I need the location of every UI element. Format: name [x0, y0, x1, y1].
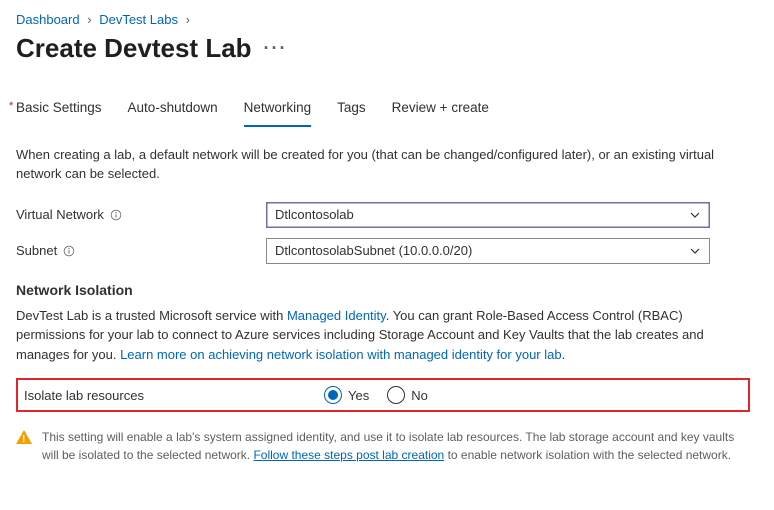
info-icon[interactable]: [110, 209, 122, 221]
more-actions-button[interactable]: ···: [264, 38, 288, 59]
alert-text-post: to enable network isolation with the sel…: [444, 448, 731, 462]
chevron-down-icon: [689, 209, 701, 221]
radio-yes-label: Yes: [348, 388, 369, 403]
tab-bar: Basic Settings Auto-shutdown Networking …: [16, 94, 758, 128]
iso-text-dot: .: [562, 347, 566, 362]
post-creation-steps-link[interactable]: Follow these steps post lab creation: [253, 448, 444, 462]
virtual-network-select[interactable]: Dtlcontosolab: [266, 202, 710, 228]
subnet-select[interactable]: DtlcontosolabSubnet (10.0.0.0/20): [266, 238, 710, 264]
subnet-value: DtlcontosolabSubnet (10.0.0.0/20): [275, 243, 472, 258]
isolate-lab-resources-row: Isolate lab resources Yes No: [16, 378, 750, 412]
iso-text-pre: DevTest Lab is a trusted Microsoft servi…: [16, 308, 287, 323]
subnet-label-text: Subnet: [16, 243, 57, 258]
radio-icon: [324, 386, 342, 404]
warning-icon: [16, 430, 32, 464]
virtual-network-label: Virtual Network: [16, 207, 266, 222]
warning-text: This setting will enable a lab's system …: [42, 428, 751, 464]
tab-basic-settings[interactable]: Basic Settings: [16, 94, 102, 127]
learn-more-link[interactable]: Learn more on achieving network isolatio…: [120, 347, 562, 362]
chevron-down-icon: [689, 245, 701, 257]
breadcrumb: Dashboard › DevTest Labs ›: [16, 12, 758, 27]
chevron-right-icon: ›: [87, 12, 91, 27]
virtual-network-row: Virtual Network Dtlcontosolab: [16, 202, 758, 228]
chevron-right-icon: ›: [186, 12, 190, 27]
info-icon[interactable]: [63, 245, 75, 257]
tab-review-create[interactable]: Review + create: [392, 94, 489, 127]
isolate-radio-no[interactable]: No: [387, 386, 428, 404]
virtual-network-label-text: Virtual Network: [16, 207, 104, 222]
isolate-radio-yes[interactable]: Yes: [324, 386, 369, 404]
subnet-row: Subnet DtlcontosolabSubnet (10.0.0.0/20): [16, 238, 758, 264]
network-isolation-description: DevTest Lab is a trusted Microsoft servi…: [16, 306, 746, 365]
page-title-text: Create Devtest Lab: [16, 33, 252, 64]
tab-auto-shutdown[interactable]: Auto-shutdown: [128, 94, 218, 127]
virtual-network-value: Dtlcontosolab: [275, 207, 354, 222]
breadcrumb-dashboard[interactable]: Dashboard: [16, 12, 80, 27]
tab-networking[interactable]: Networking: [244, 94, 312, 127]
warning-alert: This setting will enable a lab's system …: [16, 428, 751, 464]
breadcrumb-devtest-labs[interactable]: DevTest Labs: [99, 12, 178, 27]
isolate-label: Isolate lab resources: [24, 388, 324, 403]
radio-icon: [387, 386, 405, 404]
page-title: Create Devtest Lab ···: [16, 33, 758, 64]
tab-tags[interactable]: Tags: [337, 94, 366, 127]
radio-no-label: No: [411, 388, 428, 403]
tab-description: When creating a lab, a default network w…: [16, 146, 736, 184]
subnet-label: Subnet: [16, 243, 266, 258]
network-isolation-heading: Network Isolation: [16, 282, 758, 298]
isolate-radio-group: Yes No: [324, 386, 428, 404]
managed-identity-link[interactable]: Managed Identity: [287, 308, 386, 323]
